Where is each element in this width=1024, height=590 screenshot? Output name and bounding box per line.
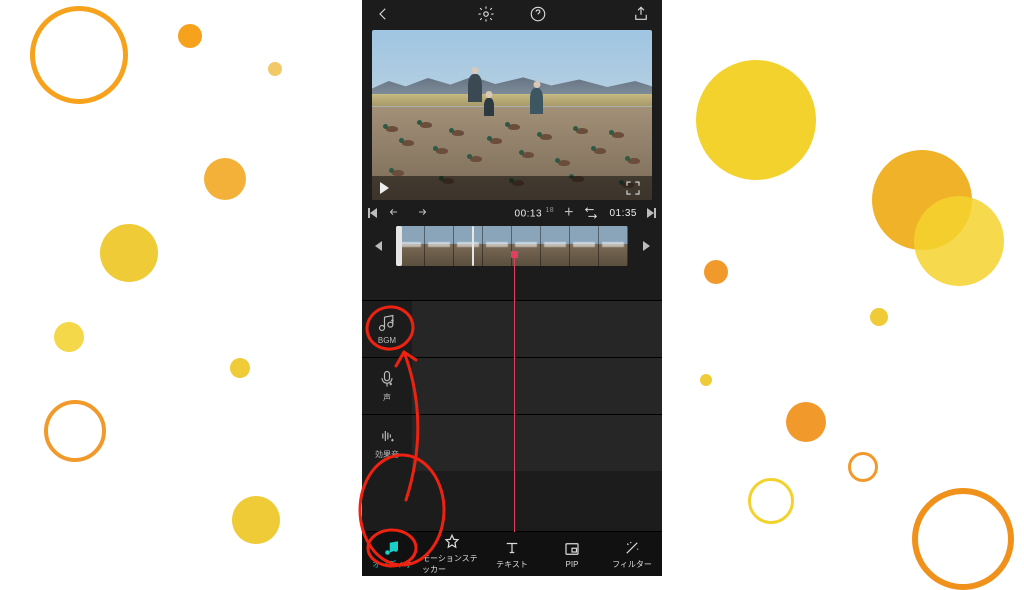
sfx-label: 効果音 (375, 449, 399, 460)
wand-icon (623, 539, 641, 557)
pip-icon (563, 540, 581, 558)
music-note-icon (377, 313, 397, 333)
music-icon (383, 539, 401, 557)
bgm-label: BGM (378, 336, 396, 345)
microphone-icon (377, 369, 397, 389)
top-bar (362, 0, 662, 28)
swap-button[interactable] (583, 202, 599, 224)
current-time: 00:13 18 (515, 207, 555, 219)
video-editor-app: 00:13 18 + 01:35 BGM 声 (362, 0, 662, 576)
bgm-tool[interactable]: BGM (362, 313, 412, 345)
undo-button[interactable] (387, 205, 403, 222)
add-clip-button[interactable]: + (564, 205, 573, 221)
voice-tool[interactable]: 声 (362, 369, 412, 403)
sfx-tool[interactable]: 効果音 (362, 426, 412, 460)
sfx-track[interactable] (412, 415, 662, 471)
voice-track[interactable] (412, 358, 662, 414)
jump-start-button[interactable] (368, 208, 377, 218)
jump-end-button[interactable] (647, 208, 656, 218)
play-button[interactable] (380, 182, 389, 194)
bottom-tabs: オーディオ モーションステッカー テキスト PIP フィルター (362, 531, 662, 576)
tab-filter[interactable]: フィルター (602, 532, 662, 576)
star-icon (443, 533, 461, 551)
redo-button[interactable] (413, 205, 429, 222)
prev-clip-button[interactable] (368, 236, 388, 256)
text-icon (503, 539, 521, 557)
playhead[interactable] (514, 254, 515, 532)
tab-motion-sticker[interactable]: モーションステッカー (422, 532, 482, 576)
total-time: 01:35 (609, 208, 637, 219)
soundwave-icon (377, 426, 397, 446)
bgm-track[interactable] (412, 301, 662, 357)
settings-button[interactable] (475, 3, 497, 25)
video-preview[interactable] (372, 30, 652, 200)
fullscreen-button[interactable] (622, 177, 644, 199)
tab-pip[interactable]: PIP (542, 532, 602, 576)
back-button[interactable] (372, 3, 394, 25)
voice-label: 声 (383, 392, 391, 403)
timeline-header: 00:13 18 + 01:35 (362, 200, 662, 226)
next-clip-button[interactable] (636, 236, 656, 256)
clip-strip[interactable] (362, 226, 662, 266)
tab-audio[interactable]: オーディオ (362, 532, 422, 576)
share-button[interactable] (630, 3, 652, 25)
track-area: BGM 声 効果音 (362, 300, 662, 532)
tab-text[interactable]: テキスト (482, 532, 542, 576)
help-button[interactable] (527, 3, 549, 25)
